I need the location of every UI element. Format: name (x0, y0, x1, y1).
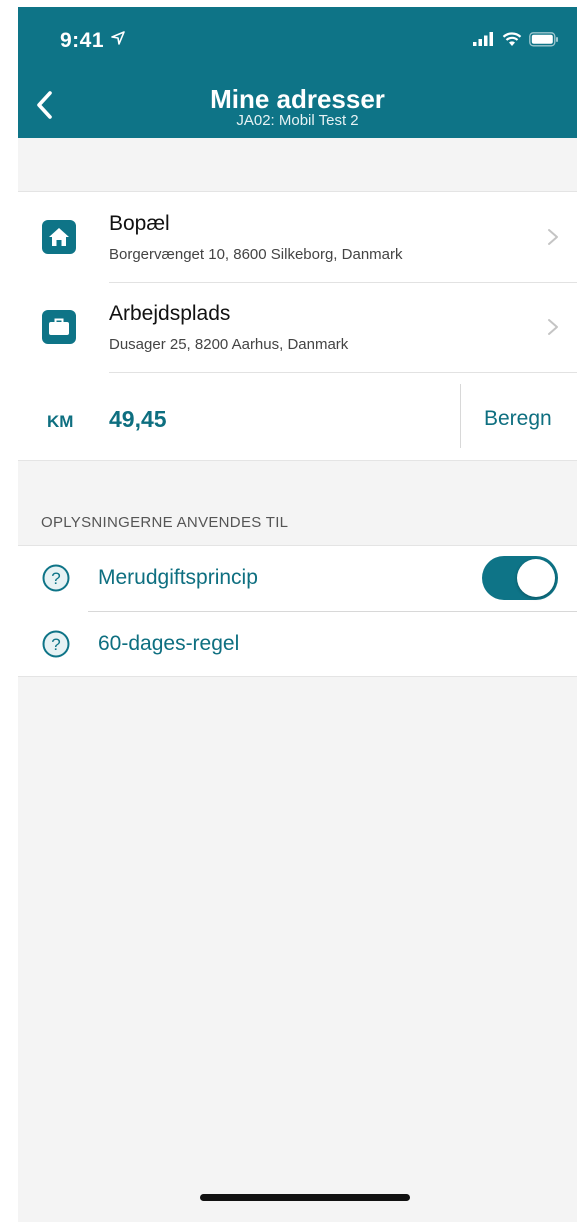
wifi-icon (502, 31, 522, 46)
address-title: Bopæl (109, 212, 170, 235)
help-icon[interactable]: ? (42, 630, 70, 658)
help-icon[interactable]: ? (42, 564, 70, 592)
location-arrow-icon (111, 31, 125, 45)
address-title: Arbejdsplads (109, 302, 231, 325)
distance-value: 49,45 (109, 406, 167, 432)
status-icons (473, 29, 559, 49)
battery-icon (529, 31, 558, 46)
home-indicator[interactable] (200, 1194, 410, 1201)
option-label: 60-dages-regel (98, 632, 240, 655)
home-icon (42, 220, 76, 254)
address-text: Borgervænget 10, 8600 Silkeborg, Danmark (109, 246, 403, 263)
usage-options: ? Merudgiftsprincip ? 60-dages-regel (18, 545, 577, 677)
app-screen: 9:41 Mine adresser JA02: Mobil Test 2 Bo… (18, 7, 577, 1222)
chevron-right-icon (548, 319, 558, 335)
address-card: Bopæl Borgervænget 10, 8600 Silkeborg, D… (18, 191, 577, 461)
merudgiftsprincip-toggle[interactable] (482, 556, 558, 600)
svg-text:?: ? (51, 635, 60, 654)
page-title: Mine adresser (210, 84, 385, 114)
briefcase-icon (42, 310, 76, 344)
calculate-button[interactable]: Beregn (484, 407, 552, 431)
page-subtitle: JA02: Mobil Test 2 (236, 112, 359, 129)
address-row-work[interactable]: Arbejdsplads Dusager 25, 8200 Aarhus, Da… (18, 282, 577, 372)
nav-header: 9:41 Mine adresser JA02: Mobil Test 2 (18, 7, 577, 138)
cellular-signal-icon (473, 32, 493, 46)
chevron-right-icon (548, 229, 558, 245)
option-row-merudgiftsprincip: ? Merudgiftsprincip (18, 546, 577, 612)
address-text: Dusager 25, 8200 Aarhus, Danmark (109, 336, 349, 353)
vertical-divider (460, 384, 461, 448)
toggle-knob (517, 559, 555, 597)
address-row-home[interactable]: Bopæl Borgervænget 10, 8600 Silkeborg, D… (18, 192, 577, 282)
status-time: 9:41 (60, 29, 105, 52)
distance-unit-label: KM (47, 412, 74, 431)
option-row-60-dages-regel: ? 60-dages-regel (18, 612, 577, 678)
svg-text:?: ? (51, 569, 60, 588)
section-header: OPLYSNINGERNE ANVENDES TIL (41, 514, 289, 531)
option-label: Merudgiftsprincip (98, 566, 258, 589)
distance-row: KM 49,45 Beregn (18, 372, 577, 462)
